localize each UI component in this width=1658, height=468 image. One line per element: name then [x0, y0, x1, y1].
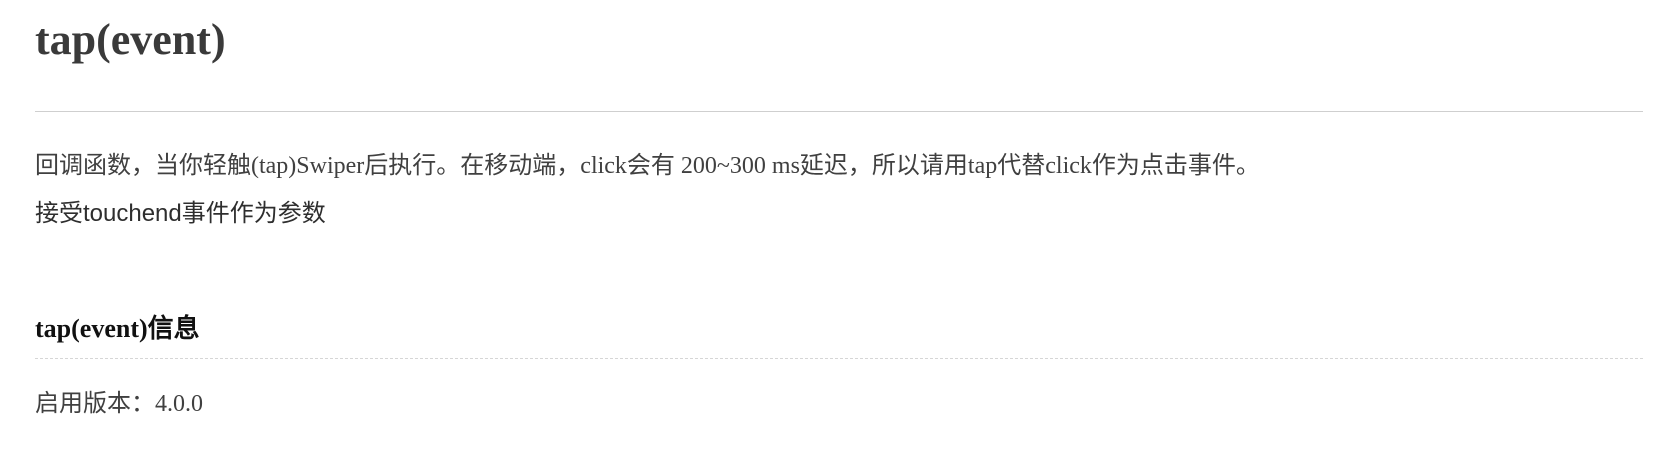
info-divider [35, 358, 1643, 359]
title-divider [35, 111, 1643, 112]
version-label: 启用版本： [35, 391, 155, 417]
page-title: tap(event) [35, 15, 226, 64]
callback-description: 回调函数，当你轻触(tap)Swiper后执行。在移动端，click会有 200… [35, 153, 1260, 179]
parameter-description: 接受touchend事件作为参数 [35, 200, 326, 227]
version-line: 启用版本：4.0.0 [35, 388, 203, 420]
info-section-heading: tap(event)信息 [35, 314, 200, 343]
version-value: 4.0.0 [155, 391, 203, 417]
